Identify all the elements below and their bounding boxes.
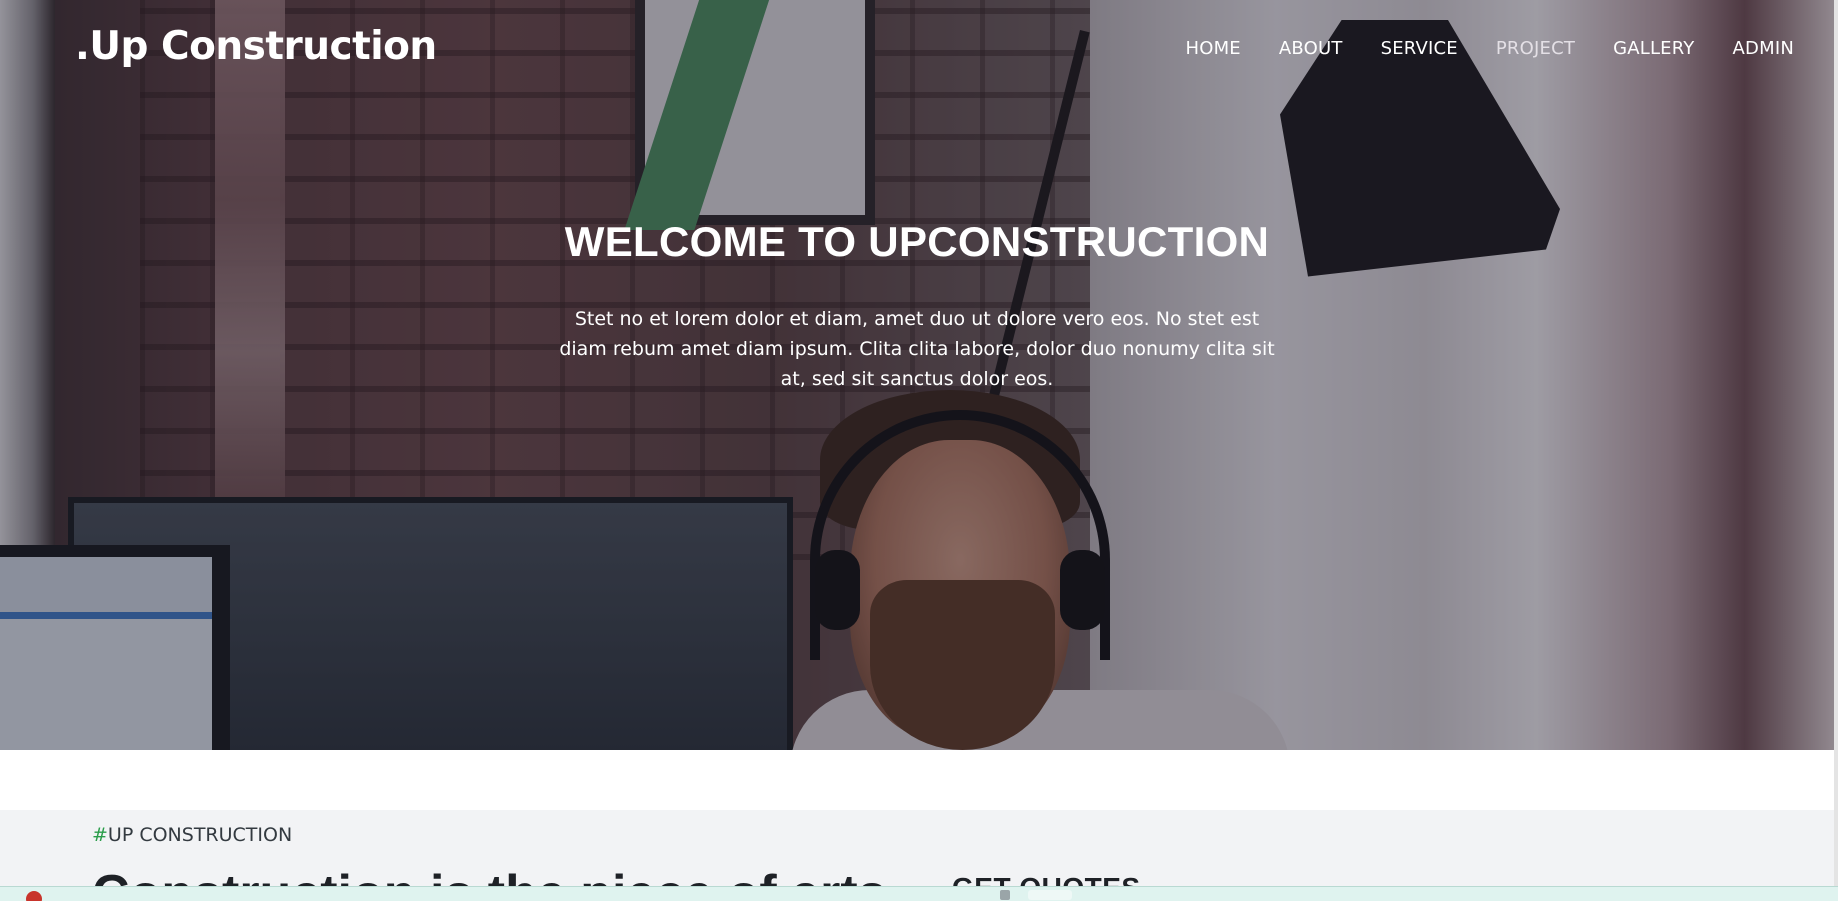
nav-home[interactable]: HOME <box>1185 38 1240 59</box>
browser-status-icon[interactable] <box>26 891 42 901</box>
nav-about[interactable]: ABOUT <box>1279 38 1343 59</box>
nav-gallery[interactable]: GALLERY <box>1613 38 1694 59</box>
hero-description: Stet no et lorem dolor et diam, amet duo… <box>559 308 1275 390</box>
tagline-hash: # <box>92 824 108 846</box>
page-scrollbar[interactable] <box>1834 0 1838 901</box>
taskbar-chip[interactable] <box>1028 890 1072 900</box>
brand-logo[interactable]: .Up Construction <box>75 24 437 69</box>
hero-content: WELCOME TO UPCONSTRUCTION Stet no et lor… <box>0 218 1834 394</box>
hero-title: WELCOME TO UPCONSTRUCTION <box>564 218 1270 265</box>
nav-service[interactable]: SERVICE <box>1381 38 1458 59</box>
nav-admin[interactable]: ADMIN <box>1733 38 1794 59</box>
section-tagline: #UP CONSTRUCTION <box>92 824 292 846</box>
browser-bottom-bar <box>0 886 1838 901</box>
taskbar-icon[interactable] <box>1000 890 1010 900</box>
nav-project[interactable]: PROJECT <box>1496 38 1575 59</box>
tagline-text: UP CONSTRUCTION <box>107 824 293 846</box>
main-nav: HOME ABOUT SERVICE PROJECT GALLERY ADMIN <box>1185 38 1794 59</box>
